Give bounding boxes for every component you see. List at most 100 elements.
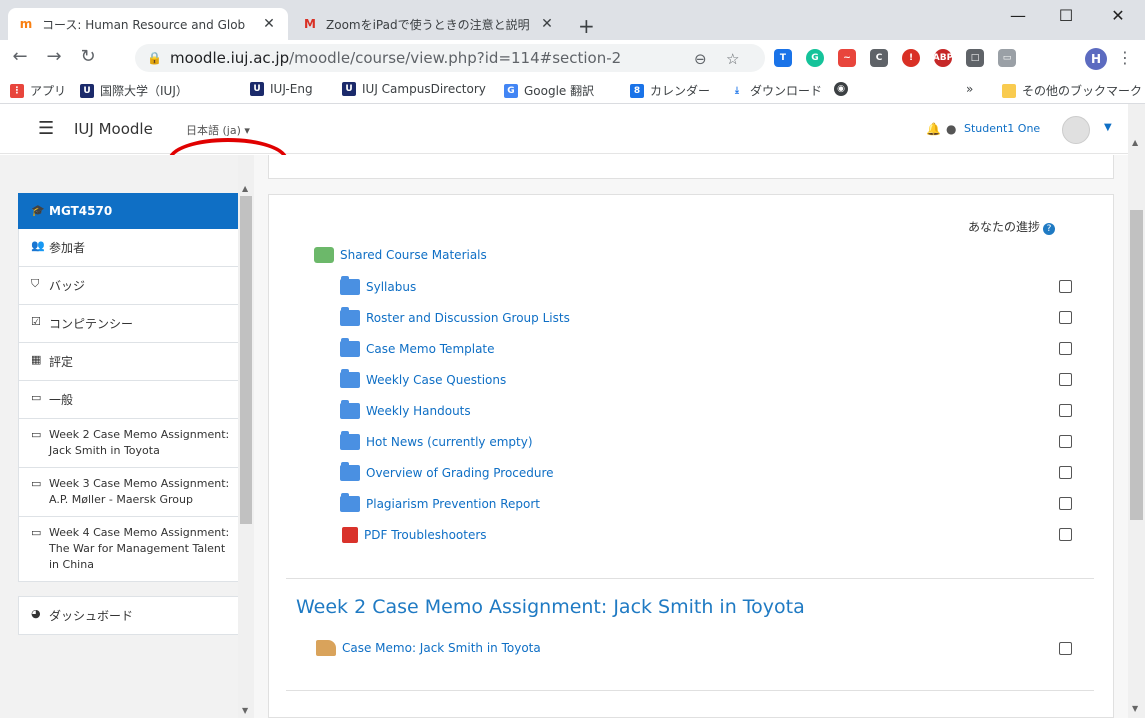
section-divider [286,690,1094,691]
globe-icon: ◉ [834,82,848,96]
menu-kebab-icon[interactable]: ⋮ [1117,48,1133,67]
bookmark-apps[interactable]: ⋮ アプリ [10,82,66,99]
bookmark-iuj-directory[interactable]: U IUJ CampusDirectory [342,82,486,96]
tab-zoom-ipad[interactable]: M ZoomをiPadで使うときの注意と説明 ✕ [292,8,566,40]
activity-shared-materials[interactable]: Shared Course Materials [314,247,487,263]
bookmark-download[interactable]: ⤓ ダウンロード [730,82,822,99]
drawer-item-week2[interactable]: ▭ Week 2 Case Memo Assignment: Jack Smith… [18,419,238,468]
minimize-icon[interactable]: — [998,6,1038,25]
completion-checkbox[interactable] [1059,435,1072,448]
page-scroll-thumb[interactable] [1130,210,1143,520]
bookmark-google-translate[interactable]: G Google 翻訳 [504,82,594,99]
completion-checkbox[interactable] [1059,311,1072,324]
completion-checkbox[interactable] [1059,342,1072,355]
grammarly-extension-icon[interactable]: G [806,49,824,67]
activity-pdf-troubleshooters[interactable]: PDF Troubleshooters [342,527,487,543]
completion-checkbox[interactable] [1059,466,1072,479]
folder-icon [1002,83,1016,98]
folder-icon [340,369,360,388]
completion-checkbox[interactable] [1059,642,1072,655]
section-title-week2[interactable]: Week 2 Case Memo Assignment: Jack Smith … [296,596,805,618]
bookmark-iuj[interactable]: U 国際大学（IUJ） [80,82,188,99]
tab-moodle-course[interactable]: m コース: Human Resource and Glob ✕ [8,8,288,40]
help-icon[interactable]: ? [1043,223,1056,235]
window-close-icon[interactable]: ✕ [1098,6,1138,25]
chat-extension-icon[interactable]: □ [966,49,984,67]
drawer-item-participants[interactable]: 👥 参加者 [18,229,238,267]
folder-icon [340,307,360,326]
clipboard-extension-icon[interactable]: C [870,49,888,67]
completion-checkbox[interactable] [1059,497,1072,510]
bookmark-calendar[interactable]: 8 カレンダー [630,82,710,99]
drawer-item-week4[interactable]: ▭ Week 4 Case Memo Assignment: The War fo… [18,517,238,582]
completion-checkbox[interactable] [1059,373,1072,386]
section-divider [286,578,1094,579]
dashboard-icon: ◕ [31,607,41,620]
drawer-item-badges[interactable]: ⛉ バッジ [18,267,238,305]
browser-toolbar: ← → ↻ 🔒 moodle.iuj.ac.jp/moodle/course/v… [0,40,1145,76]
translate-extension-icon[interactable]: T [774,49,792,67]
profile-avatar[interactable]: H [1085,48,1107,70]
bell-icon[interactable]: 🔔 [926,122,941,136]
bookmark-other[interactable]: その他のブックマーク [1002,82,1142,99]
activity-weekly-case-questions[interactable]: Weekly Case Questions [340,369,506,388]
gmail-icon: M [304,17,316,31]
chat-bubble-icon[interactable]: ● [946,122,956,136]
user-name[interactable]: Student1 One [964,122,1040,135]
address-bar[interactable]: 🔒 moodle.iuj.ac.jp/moodle/course/view.ph… [135,44,765,72]
hamburger-menu-icon[interactable]: ☰ [38,118,54,139]
checkbox-icon: ☑ [31,315,41,328]
forward-arrow-icon[interactable]: → [42,46,66,67]
bookmarks-bar: ⋮ アプリ U 国際大学（IUJ） U IUJ-Eng U IUJ CampusDire… [0,76,1145,104]
zoom-icon[interactable]: ⊖ [694,50,707,68]
bookmark-star-icon[interactable]: ☆ [726,50,739,68]
abp-extension-icon[interactable]: ABP [933,49,953,67]
completion-checkbox[interactable] [1059,280,1072,293]
moodle-navbar: ☰ IUJ Moodle 日本語 (ja) ▾ 🔔 ● Student1 One… [0,104,1128,154]
bookmark-iuj-eng[interactable]: U IUJ-Eng [250,82,313,96]
activity-plagiarism-report[interactable]: Plagiarism Prevention Report [340,493,540,512]
drawer-item-grades[interactable]: ▦ 評定 [18,343,238,381]
browser-tab-strip: m コース: Human Resource and Glob ✕ M Zoomを… [0,0,1145,40]
reload-icon[interactable]: ↻ [76,46,100,67]
drawer-item-general[interactable]: ▭ 一般 [18,381,238,419]
adblock-extension-icon[interactable]: ! [902,49,920,67]
drawer-item-week3[interactable]: ▭ Week 3 Case Memo Assignment: A.P. Mølle… [18,468,238,517]
activity-hot-news[interactable]: Hot News (currently empty) [340,431,533,450]
graduation-cap-icon: 🎓 [31,204,45,217]
activity-case-memo-jack-smith[interactable]: Case Memo: Jack Smith in Toyota [316,640,541,656]
drawer-scroll-thumb[interactable] [240,196,252,524]
site-name[interactable]: IUJ Moodle [74,120,153,138]
activity-syllabus[interactable]: Syllabus [340,276,416,295]
bookmark-globe[interactable]: ◉ [834,82,854,96]
activity-case-memo-template[interactable]: Case Memo Template [340,338,495,357]
bookmarks-overflow[interactable]: » [966,82,973,96]
folder-icon [340,338,360,357]
scroll-up-icon[interactable]: ▲ [1132,138,1138,147]
drawer-item-course[interactable]: 🎓 MGT4570 [18,193,238,229]
tab-title: ZoomをiPadで使うときの注意と説明 [326,17,530,32]
progress-label: あなたの進捗? [968,218,1056,235]
scroll-down-icon[interactable]: ▼ [1132,704,1138,713]
drawer-item-dashboard[interactable]: ◕ ダッシュボード [18,596,238,635]
new-tab-button[interactable]: + [578,14,595,38]
language-selector[interactable]: 日本語 (ja) ▾ [186,122,250,138]
activity-weekly-handouts[interactable]: Weekly Handouts [340,400,471,419]
close-icon[interactable]: ✕ [260,16,278,32]
user-avatar[interactable] [1062,116,1090,144]
user-menu-caret-icon[interactable]: ▼ [1104,122,1112,133]
maximize-icon[interactable]: ☐ [1046,6,1086,25]
back-arrow-icon[interactable]: ← [8,46,32,67]
scroll-down-icon[interactable]: ▼ [242,706,248,715]
extension-icon[interactable]: ~ [838,49,856,67]
completion-checkbox[interactable] [1059,404,1072,417]
completion-checkbox[interactable] [1059,528,1072,541]
badge-icon: ⛉ [31,277,40,290]
drawer-item-competencies[interactable]: ☑ コンピテンシー [18,305,238,343]
close-icon[interactable]: ✕ [538,16,556,32]
scroll-up-icon[interactable]: ▲ [242,184,248,193]
activity-grading-overview[interactable]: Overview of Grading Procedure [340,462,554,481]
activity-roster[interactable]: Roster and Discussion Group Lists [340,307,570,326]
cast-extension-icon[interactable]: ▭ [998,49,1016,67]
url-path: /moodle/course/view.php?id=114#section-2 [289,49,622,67]
